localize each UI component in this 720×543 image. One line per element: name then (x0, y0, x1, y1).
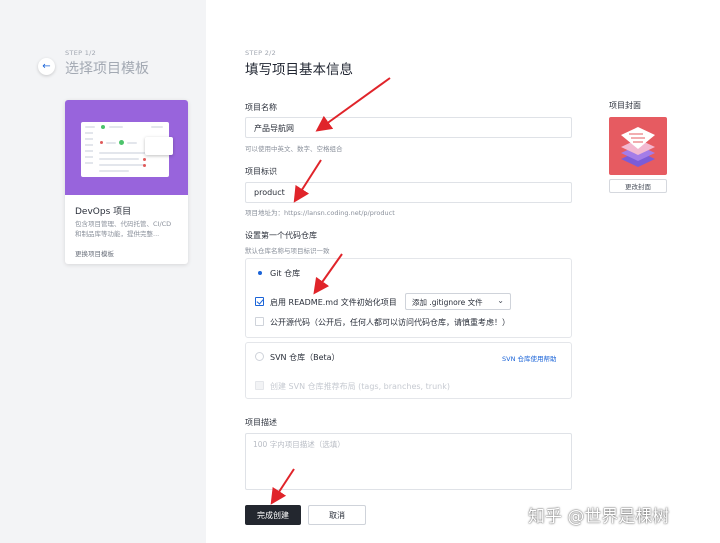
create-button[interactable]: 完成创建 (245, 505, 301, 525)
open-source-label: 公开源代码（公开后，任何人都可以访问代码仓库，请慎重考虑！） (270, 318, 510, 327)
svn-repo-label: SVN 仓库（Beta） (270, 353, 340, 362)
project-name-label: 项目名称 (245, 103, 277, 112)
stacked-layers-icon (621, 127, 655, 167)
step-indicator-2: STEP 2/2 (245, 49, 277, 57)
description-label: 项目描述 (245, 418, 277, 427)
svn-layout-checkbox (255, 381, 264, 390)
template-card[interactable]: DevOps 项目 包含项目管理、代码托管、CI/CD 和制品库等功能，提供完整… (65, 100, 188, 264)
cover-label: 项目封面 (609, 101, 641, 110)
project-name-hint: 可以使用中英文、数字、空格组合 (245, 145, 343, 153)
cancel-button[interactable]: 取消 (308, 505, 366, 525)
step-indicator: STEP 1/2 (65, 49, 97, 57)
project-id-label: 项目标识 (245, 167, 277, 176)
gitignore-select-value: 添加 .gitignore 文件 (412, 298, 483, 307)
repo-section-hint: 默认仓库名称与项目标识一致 (245, 247, 330, 255)
change-template-link[interactable]: 更换项目模板 (75, 248, 114, 258)
template-cover-image (65, 100, 188, 195)
watermark: 知乎 @世界是棵树 (528, 507, 670, 527)
template-preview-popup (145, 137, 173, 155)
chevron-down-icon: ⌄ (497, 296, 504, 305)
readme-checkbox[interactable] (255, 297, 264, 306)
svn-layout-label: 创建 SVN 仓库推荐布局 (tags, branches, trunk) (270, 382, 450, 391)
git-radio[interactable] (255, 268, 264, 277)
description-textarea[interactable]: 100 字内项目描述（选填） (245, 433, 572, 490)
change-cover-button[interactable]: 更改封面 (609, 179, 667, 193)
open-source-checkbox[interactable] (255, 317, 264, 326)
gitignore-select[interactable]: 添加 .gitignore 文件 ⌄ (405, 293, 511, 310)
readme-label: 启用 README.md 文件初始化项目 (270, 298, 397, 307)
svn-help-link[interactable]: SVN 仓库使用帮助 (502, 353, 557, 363)
page-title: 填写项目基本信息 (245, 62, 353, 78)
project-name-input[interactable]: 产品导航网 (245, 117, 572, 138)
back-arrow-button[interactable]: ← (38, 58, 55, 75)
project-cover-image (609, 117, 667, 175)
template-description: 包含项目管理、代码托管、CI/CD 和制品库等功能，提供完整... (75, 220, 172, 238)
arrow-left-icon: ← (42, 61, 51, 72)
left-title: 选择项目模板 (65, 61, 149, 77)
project-id-input[interactable]: product (245, 182, 572, 203)
template-name: DevOps 项目 (75, 207, 132, 217)
template-sidebar: ← STEP 1/2 选择项目模板 DevOps 项目 包含项目管理、代码托管、… (0, 0, 206, 543)
git-repo-label: Git 仓库 (270, 269, 301, 278)
repo-section-label: 设置第一个代码仓库 (245, 231, 317, 240)
svn-radio[interactable] (255, 352, 264, 361)
project-id-hint: 项目地址为：https://lansn.coding.net/p/product (245, 209, 395, 217)
